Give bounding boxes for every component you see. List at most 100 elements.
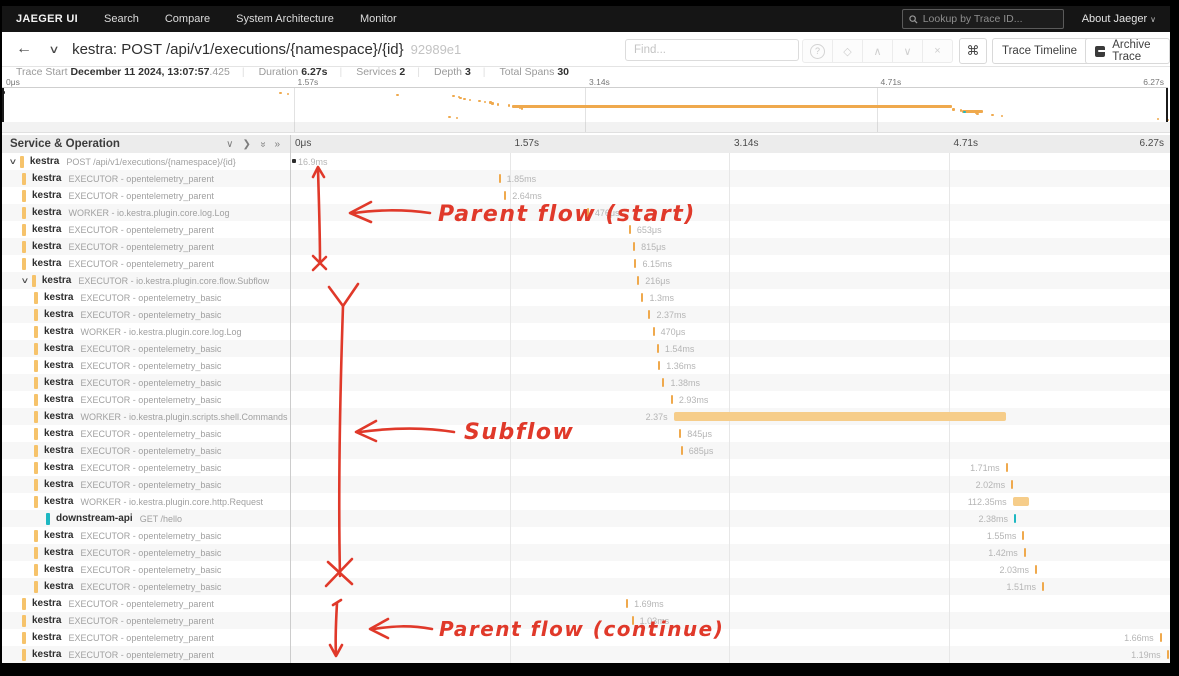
- span-name-cell[interactable]: kestra EXECUTOR - opentelemetry_basic: [2, 459, 322, 476]
- find-match-button[interactable]: ◇: [833, 40, 863, 62]
- back-button[interactable]: ←: [16, 40, 32, 58]
- span-name-cell[interactable]: kestra EXECUTOR - opentelemetry_basic: [2, 544, 322, 561]
- span-row[interactable]: kestra EXECUTOR - opentelemetry_parent 1.6…: [2, 595, 1170, 612]
- jaeger-logo[interactable]: JAEGER UI: [16, 13, 78, 25]
- collapse-deep-icon[interactable]: »: [257, 141, 268, 147]
- span-row[interactable]: kestra EXECUTOR - opentelemetry_basic 1.54…: [2, 340, 1170, 357]
- find-prev-button[interactable]: ∧: [863, 40, 893, 62]
- span-row[interactable]: kestra EXECUTOR - opentelemetry_basic 1.3m…: [2, 289, 1170, 306]
- span-name-cell[interactable]: kestra EXECUTOR - opentelemetry_parent: [2, 170, 310, 187]
- span-name-cell[interactable]: kestra EXECUTOR - opentelemetry_basic: [2, 357, 322, 374]
- span-row[interactable]: kestra EXECUTOR - opentelemetry_basic 1.42…: [2, 544, 1170, 561]
- span-row[interactable]: kestra WORKER - io.kestra.plugin.core.htt…: [2, 493, 1170, 510]
- span-name-cell[interactable]: kestra EXECUTOR - opentelemetry_parent: [2, 255, 310, 272]
- span-bar[interactable]: [1005, 463, 1008, 472]
- span-name-cell[interactable]: kestra EXECUTOR - opentelemetry_basic: [2, 374, 322, 391]
- span-name-cell[interactable]: kestra EXECUTOR - opentelemetry_basic: [2, 391, 322, 408]
- span-row[interactable]: kestra EXECUTOR - opentelemetry_basic 2.37…: [2, 306, 1170, 323]
- span-name-cell[interactable]: kestra EXECUTOR - opentelemetry_basic: [2, 527, 322, 544]
- span-bar[interactable]: [1011, 480, 1014, 489]
- span-bar[interactable]: [658, 361, 661, 370]
- span-name-cell[interactable]: kestra EXECUTOR - opentelemetry_parent: [2, 612, 310, 629]
- span-row[interactable]: kestra EXECUTOR - opentelemetry_basic 685μ…: [2, 442, 1170, 459]
- span-row[interactable]: kestra EXECUTOR - opentelemetry_basic 1.55…: [2, 527, 1170, 544]
- span-row[interactable]: ∨ kestra EXECUTOR - io.kestra.plugin.core.…: [2, 272, 1170, 289]
- span-row[interactable]: kestra EXECUTOR - opentelemetry_parent 1.8…: [2, 170, 1170, 187]
- collapse-header-chevron[interactable]: ∨: [48, 43, 59, 56]
- trace-minimap[interactable]: [2, 87, 1169, 123]
- span-bar[interactable]: [656, 344, 659, 353]
- span-bar[interactable]: [1041, 582, 1044, 591]
- span-name-cell[interactable]: ∨ kestra POST /api/v1/executions/{namespac…: [2, 153, 298, 170]
- span-name-cell[interactable]: kestra WORKER - io.kestra.plugin.core.log…: [2, 204, 310, 221]
- span-bar[interactable]: [679, 429, 682, 438]
- span-row[interactable]: kestra EXECUTOR - opentelemetry_basic 845μ…: [2, 425, 1170, 442]
- span-name-cell[interactable]: kestra WORKER - io.kestra.plugin.core.log…: [2, 323, 322, 340]
- row-expander-chevron-icon[interactable]: ∨: [21, 276, 30, 285]
- span-row[interactable]: kestra EXECUTOR - opentelemetry_basic 2.93…: [2, 391, 1170, 408]
- archive-trace-button[interactable]: Archive Trace: [1085, 38, 1170, 64]
- span-bar[interactable]: [626, 599, 629, 608]
- span-bar[interactable]: [1034, 565, 1037, 574]
- span-bar[interactable]: [292, 159, 296, 163]
- span-row[interactable]: kestra EXECUTOR - opentelemetry_basic 1.51…: [2, 578, 1170, 595]
- span-name-cell[interactable]: kestra EXECUTOR - opentelemetry_parent: [2, 629, 310, 646]
- span-row[interactable]: kestra EXECUTOR - opentelemetry_parent 2.6…: [2, 187, 1170, 204]
- find-input[interactable]: [626, 44, 798, 56]
- span-bar[interactable]: [1159, 633, 1162, 642]
- find-help-button[interactable]: ?: [803, 40, 833, 62]
- span-bar[interactable]: [1012, 497, 1029, 506]
- span-name-cell[interactable]: kestra EXECUTOR - opentelemetry_parent: [2, 646, 310, 663]
- collapse-all-icon[interactable]: ∨: [226, 139, 233, 150]
- span-row[interactable]: kestra EXECUTOR - opentelemetry_basic 2.03…: [2, 561, 1170, 578]
- span-row[interactable]: kestra EXECUTOR - opentelemetry_parent 653…: [2, 221, 1170, 238]
- row-expander-chevron-icon[interactable]: ∨: [9, 157, 18, 166]
- nav-item-monitor[interactable]: Monitor: [360, 13, 397, 25]
- span-row[interactable]: kestra EXECUTOR - opentelemetry_parent 1.1…: [2, 646, 1170, 663]
- about-jaeger-menu[interactable]: About Jaeger ∨: [1082, 13, 1156, 25]
- span-name-cell[interactable]: kestra EXECUTOR - opentelemetry_basic: [2, 476, 322, 493]
- span-name-cell[interactable]: kestra EXECUTOR - opentelemetry_basic: [2, 578, 322, 595]
- panel-splitter[interactable]: [290, 135, 291, 663]
- find-next-button[interactable]: ∨: [893, 40, 923, 62]
- span-bar[interactable]: [504, 191, 507, 200]
- span-name-cell[interactable]: ∨ kestra EXECUTOR - io.kestra.plugin.core.…: [2, 272, 310, 289]
- span-bar[interactable]: [634, 259, 637, 268]
- span-bar[interactable]: [670, 395, 673, 404]
- span-name-cell[interactable]: kestra EXECUTOR - opentelemetry_parent: [2, 238, 310, 255]
- span-bar[interactable]: [652, 327, 655, 336]
- keyboard-shortcuts-button[interactable]: ⌘: [959, 38, 987, 64]
- span-row[interactable]: kestra EXECUTOR - opentelemetry_parent 1.6…: [2, 629, 1170, 646]
- span-row[interactable]: kestra WORKER - io.kestra.plugin.scripts.…: [2, 408, 1170, 425]
- expand-all-icon[interactable]: »: [274, 139, 280, 150]
- span-name-cell[interactable]: kestra EXECUTOR - opentelemetry_basic: [2, 306, 322, 323]
- span-bar[interactable]: [633, 242, 636, 251]
- span-row[interactable]: kestra EXECUTOR - opentelemetry_basic 2.02…: [2, 476, 1170, 493]
- span-row[interactable]: kestra EXECUTOR - opentelemetry_parent 1.0…: [2, 612, 1170, 629]
- trace-id-lookup-input[interactable]: Lookup by Trace ID...: [901, 9, 1064, 29]
- span-name-cell[interactable]: kestra EXECUTOR - opentelemetry_parent: [2, 187, 310, 204]
- expand-one-icon[interactable]: ❯: [242, 139, 250, 150]
- span-bar[interactable]: [631, 616, 634, 625]
- span-bar[interactable]: [1166, 650, 1169, 659]
- span-row[interactable]: kestra EXECUTOR - opentelemetry_parent 6.1…: [2, 255, 1170, 272]
- span-row[interactable]: kestra WORKER - io.kestra.plugin.core.log…: [2, 323, 1170, 340]
- span-row[interactable]: kestra WORKER - io.kestra.plugin.core.log…: [2, 204, 1170, 221]
- span-bar[interactable]: [648, 310, 651, 319]
- span-name-cell[interactable]: kestra EXECUTOR - opentelemetry_parent: [2, 595, 310, 612]
- span-row[interactable]: kestra EXECUTOR - opentelemetry_parent 815…: [2, 238, 1170, 255]
- span-bar[interactable]: [637, 276, 640, 285]
- span-bar[interactable]: [498, 174, 501, 183]
- nav-item-system-architecture[interactable]: System Architecture: [236, 13, 334, 25]
- span-bar[interactable]: [662, 378, 665, 387]
- minimap-range-handle[interactable]: [1166, 88, 1168, 122]
- span-name-cell[interactable]: kestra EXECUTOR - opentelemetry_parent: [2, 221, 310, 238]
- span-name-cell[interactable]: kestra WORKER - io.kestra.plugin.core.htt…: [2, 493, 322, 510]
- span-row[interactable]: downstream-api GET /hello 2.38ms: [2, 510, 1170, 527]
- nav-item-search[interactable]: Search: [104, 13, 139, 25]
- span-name-cell[interactable]: kestra EXECUTOR - opentelemetry_basic: [2, 289, 322, 306]
- span-row[interactable]: kestra EXECUTOR - opentelemetry_basic 1.38…: [2, 374, 1170, 391]
- span-name-cell[interactable]: downstream-api GET /hello: [2, 510, 334, 527]
- span-name-cell[interactable]: kestra EXECUTOR - opentelemetry_basic: [2, 340, 322, 357]
- span-bar[interactable]: [680, 446, 683, 455]
